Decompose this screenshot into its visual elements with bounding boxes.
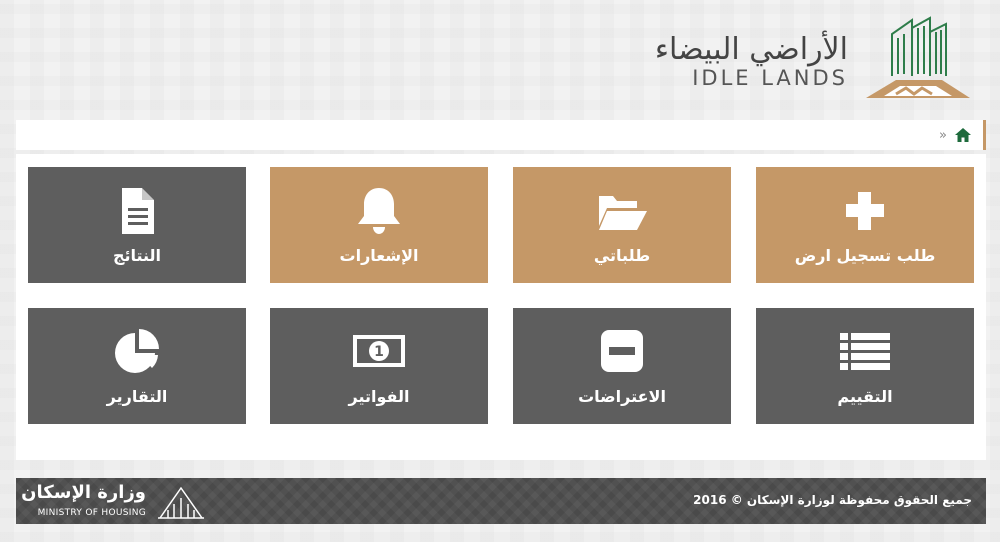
tile-label: التقييم — [837, 386, 893, 406]
ministry-arabic-text: وزارة الإسكان — [21, 482, 146, 503]
tile-label: الفواتير — [348, 386, 410, 406]
tile-notifications[interactable]: الإشعارات — [270, 167, 488, 283]
tile-label: الإشعارات — [339, 245, 419, 265]
tile-label: طلب تسجيل ارض — [794, 245, 936, 265]
footer: جميع الحقوق محفوظة لوزارة الإسكان © 2016… — [16, 478, 986, 524]
ministry-english-text: MINISTRY OF HOUSING — [37, 508, 146, 518]
tile-label: الاعتراضات — [578, 386, 666, 406]
svg-text:1: 1 — [374, 344, 384, 360]
copyright-text: جميع الحقوق محفوظة لوزارة الإسكان © 2016 — [693, 493, 972, 507]
ministry-of-housing-logo[interactable]: وزارة الإسكان MINISTRY OF HOUSING — [21, 482, 218, 522]
tile-results[interactable]: النتائج — [28, 167, 246, 283]
plus-icon — [846, 191, 884, 230]
folder-open-icon — [599, 195, 647, 230]
tile-label: طلباتي — [593, 245, 651, 265]
tile-my-requests[interactable]: طلباتي — [513, 167, 731, 283]
main-dashboard: طلب تسجيل ارض طلباتي الإشعارات النتائج ا… — [16, 154, 986, 460]
minus-square-icon — [601, 329, 643, 372]
idle-lands-logo[interactable]: الأراضي البيضاء IDLE LANDS — [655, 14, 986, 104]
tile-invoices[interactable]: 1 الفواتير — [270, 308, 488, 424]
pie-chart-icon — [115, 328, 159, 373]
document-icon — [122, 187, 154, 234]
logo-arabic-text: الأراضي البيضاء — [654, 32, 848, 67]
tile-label: التقارير — [106, 386, 168, 406]
ministry-emblem-icon — [158, 486, 204, 519]
logo-english-text: IDLE LANDS — [692, 66, 848, 90]
money-bill-icon: 1 — [353, 334, 405, 367]
home-icon[interactable] — [955, 128, 971, 142]
breadcrumb: » — [16, 120, 986, 150]
tile-evaluation[interactable]: التقييم — [756, 308, 974, 424]
list-icon — [840, 332, 890, 370]
tile-reports[interactable]: التقارير — [28, 308, 246, 424]
logo-buildings-icon — [866, 16, 970, 98]
breadcrumb-separator: » — [939, 127, 947, 143]
tile-label: النتائج — [112, 245, 162, 265]
tile-objections[interactable]: الاعتراضات — [513, 308, 731, 424]
bell-icon — [358, 187, 400, 234]
tile-register-land[interactable]: طلب تسجيل ارض — [756, 167, 974, 283]
